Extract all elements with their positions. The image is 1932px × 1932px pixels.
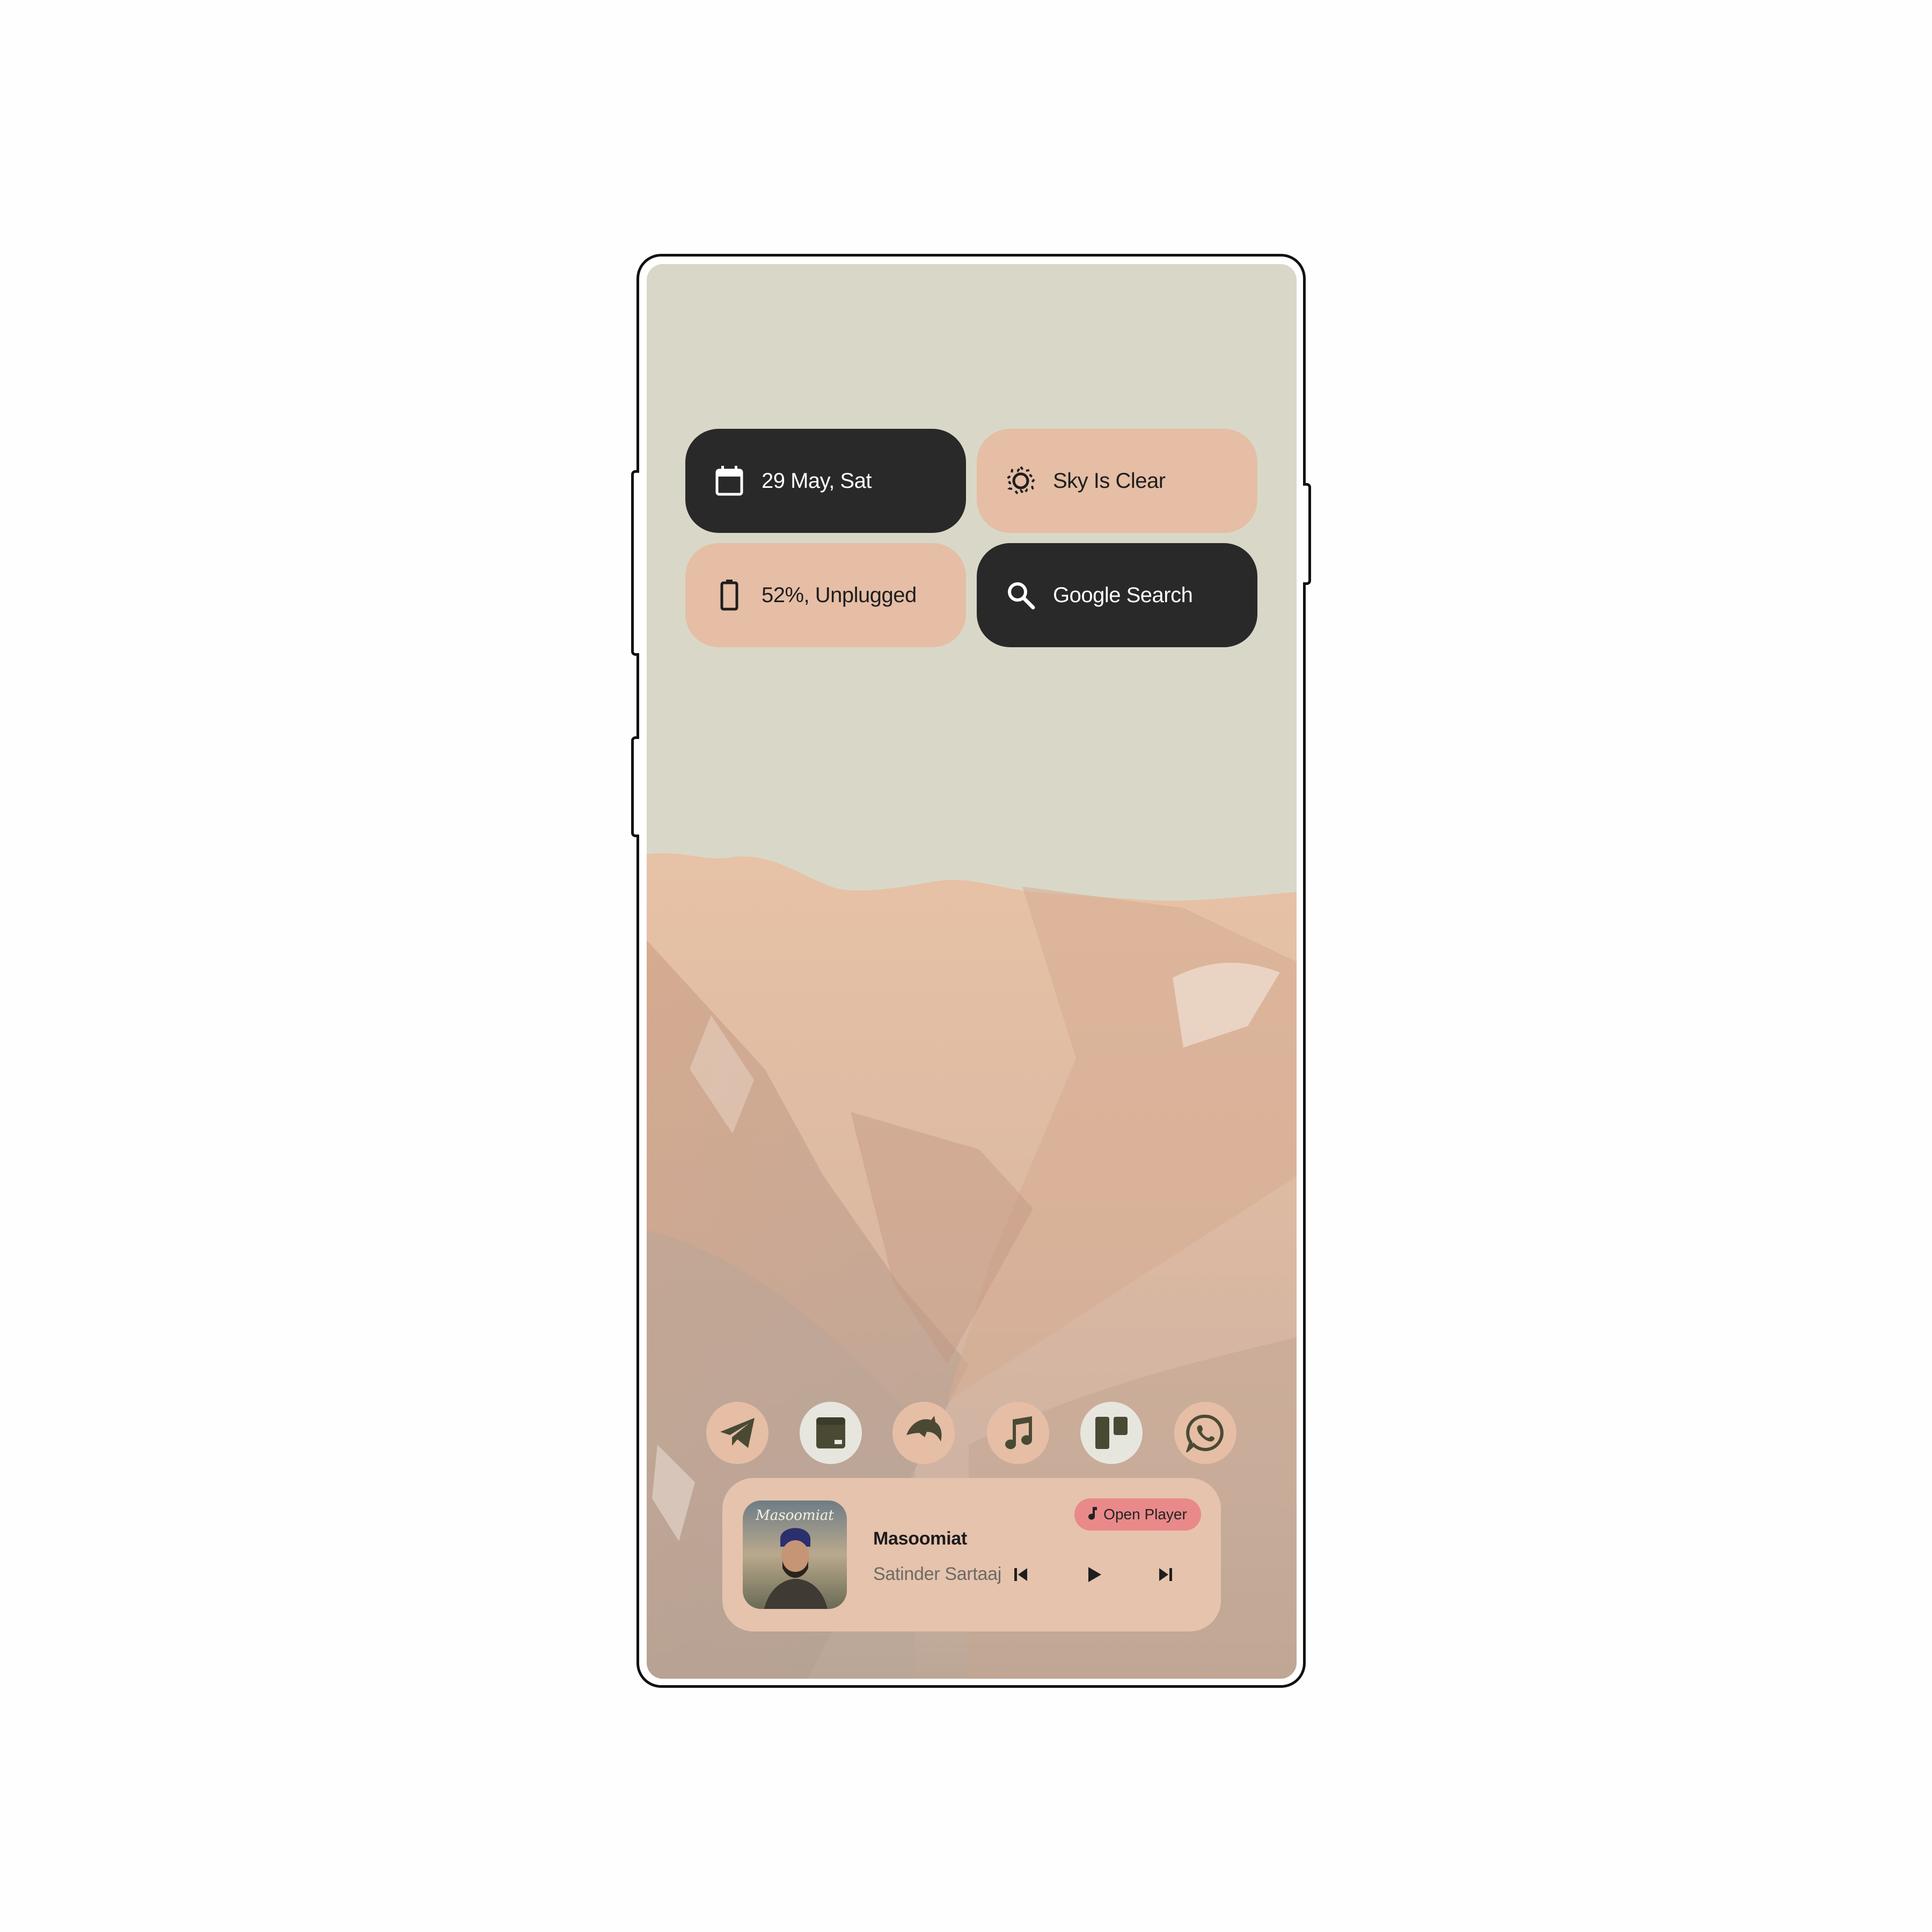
brightness-icon bbox=[1005, 465, 1037, 497]
phone-side-button bbox=[631, 470, 639, 656]
google-search-widget[interactable]: Google Search bbox=[977, 543, 1257, 647]
song-title: Masoomiat bbox=[873, 1528, 967, 1549]
dolphin-icon[interactable] bbox=[892, 1402, 955, 1464]
previous-track-icon[interactable] bbox=[1005, 1558, 1037, 1591]
battery-label: 52%, Unplugged bbox=[762, 583, 917, 607]
notes-app-icon[interactable] bbox=[800, 1402, 862, 1464]
play-icon[interactable] bbox=[1078, 1558, 1110, 1591]
album-cover[interactable]: Masoomiat bbox=[743, 1501, 847, 1609]
song-artist: Satinder Sartaaj bbox=[873, 1564, 1002, 1584]
next-track-icon[interactable] bbox=[1150, 1558, 1182, 1591]
phone-side-button bbox=[1303, 483, 1311, 585]
album-cover-title: Masoomiat bbox=[755, 1507, 834, 1524]
date-widget[interactable]: 29 May, Sat bbox=[685, 429, 966, 533]
telegram-icon[interactable] bbox=[706, 1402, 769, 1464]
weather-widget[interactable]: Sky Is Clear bbox=[977, 429, 1257, 533]
open-player-button[interactable]: Open Player bbox=[1074, 1498, 1201, 1531]
home-screen: 29 May, Sat Sky Is Clear 52%, Unplugged … bbox=[647, 264, 1297, 1679]
trello-icon[interactable] bbox=[1080, 1402, 1143, 1464]
open-player-label: Open Player bbox=[1103, 1506, 1187, 1523]
search-icon bbox=[1005, 579, 1037, 611]
date-label: 29 May, Sat bbox=[762, 469, 872, 493]
calendar-icon bbox=[713, 465, 745, 497]
battery-widget[interactable]: 52%, Unplugged bbox=[685, 543, 966, 647]
music-player-widget[interactable]: Masoomiat Masoomiat Satinder Sartaaj Ope… bbox=[722, 1478, 1221, 1631]
battery-icon bbox=[713, 579, 745, 611]
music-note-icon[interactable] bbox=[987, 1402, 1049, 1464]
search-label: Google Search bbox=[1053, 583, 1193, 607]
weather-label: Sky Is Clear bbox=[1053, 469, 1166, 493]
music-note-small-icon bbox=[1088, 1506, 1098, 1524]
whatsapp-icon[interactable] bbox=[1174, 1402, 1236, 1464]
phone-side-button bbox=[631, 736, 639, 837]
